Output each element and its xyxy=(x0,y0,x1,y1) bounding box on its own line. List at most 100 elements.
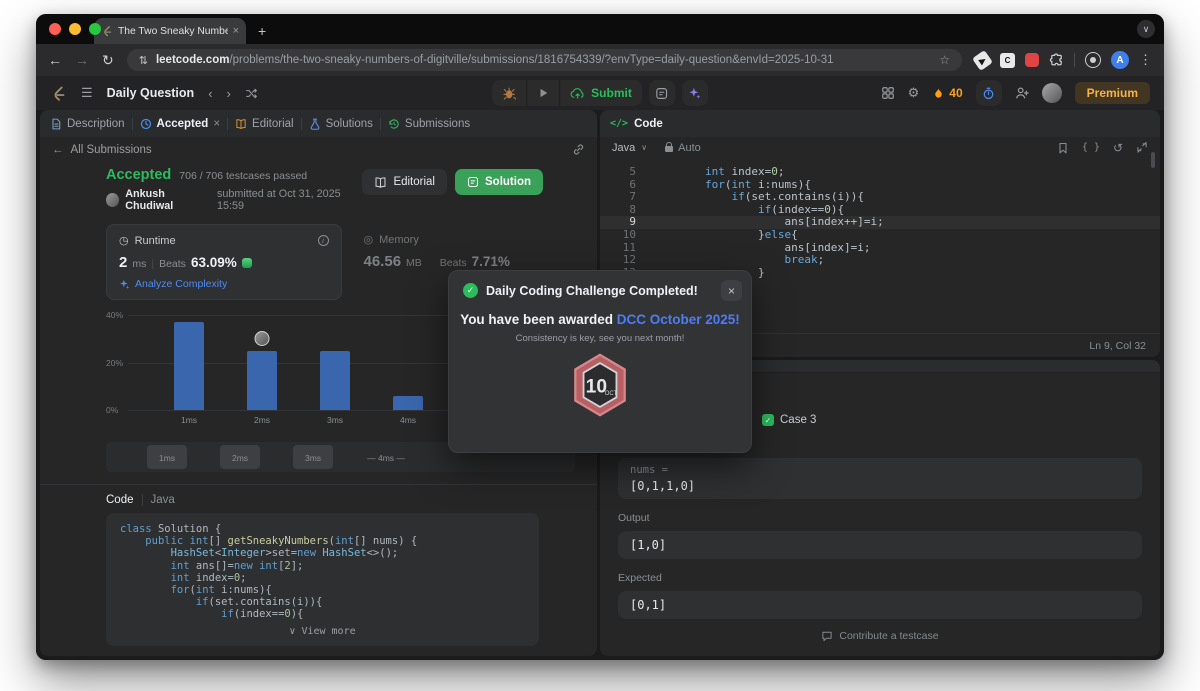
notes-button[interactable] xyxy=(649,80,675,106)
undo-icon[interactable]: ↺ xyxy=(1113,141,1123,155)
run-button[interactable] xyxy=(527,80,559,106)
cursor-position: Ln 9, Col 32 xyxy=(1089,340,1146,352)
premium-button[interactable]: Premium xyxy=(1075,82,1150,104)
award-badge-name[interactable]: DCC October 2025! xyxy=(617,312,740,327)
language-selector[interactable]: Java xyxy=(612,142,635,154)
solutions-flask-icon xyxy=(309,118,321,130)
chart-bar[interactable] xyxy=(320,351,350,410)
chart-bar[interactable] xyxy=(174,322,204,410)
leetcode-logo[interactable] xyxy=(50,85,67,102)
tab-submissions[interactable]: Submissions xyxy=(388,118,470,130)
editor-scrollbar[interactable] xyxy=(1151,152,1155,168)
user-avatar[interactable] xyxy=(1042,83,1062,103)
section-divider xyxy=(40,484,597,485)
input-param-name: nums = xyxy=(630,464,1130,476)
bookmark-star-icon[interactable]: ☆ xyxy=(939,53,950,67)
all-submissions-back[interactable]: ← All Submissions xyxy=(40,137,597,162)
editor-toolbar: Java ∨ Auto { } ↺ xyxy=(600,137,1160,158)
tab-close-icon[interactable]: × xyxy=(233,25,239,37)
pencil-note-icon xyxy=(467,176,479,188)
modal-check-icon: ✓ xyxy=(463,283,478,298)
sparkle-icon xyxy=(688,87,701,100)
run-submit-cluster: Submit xyxy=(492,80,708,106)
c-extension-icon[interactable]: C xyxy=(1000,53,1015,68)
browser-tab[interactable]: The Two Sneaky Numbers of × xyxy=(94,18,246,44)
analyze-complexity-link[interactable]: Analyze Complexity xyxy=(119,278,329,290)
tab-title: The Two Sneaky Numbers of xyxy=(118,26,228,37)
invite-user-icon[interactable] xyxy=(1015,86,1029,100)
red-extension-icon[interactable] xyxy=(1025,53,1039,67)
author-name[interactable]: Ankush Chudiwal xyxy=(125,188,211,212)
input-box[interactable]: nums = [0,1,1,0] xyxy=(618,458,1142,499)
flame-icon xyxy=(932,87,945,100)
info-icon[interactable]: i xyxy=(318,235,329,246)
debug-button[interactable] xyxy=(492,80,526,106)
runtime-card[interactable]: ◷ Runtime i 2 ms | Beats 63.09% xyxy=(106,224,342,300)
browser-menu-icon[interactable]: ⋮ xyxy=(1139,52,1152,68)
back-icon[interactable]: ← xyxy=(48,52,62,68)
solution-button[interactable]: Solution xyxy=(455,169,543,195)
url-path: /problems/the-two-sneaky-numbers-of-digi… xyxy=(229,54,833,66)
close-window-button[interactable] xyxy=(49,23,61,35)
ai-assistant-button[interactable] xyxy=(682,80,708,106)
prev-problem-icon[interactable]: ‹ xyxy=(208,86,212,101)
send-extension-icon[interactable]: ▶ xyxy=(972,50,993,71)
browser-profile-avatar[interactable]: A xyxy=(1111,51,1129,69)
expected-box[interactable]: [0,1] xyxy=(618,591,1142,619)
maximize-window-button[interactable] xyxy=(89,23,101,35)
editorial-book-icon xyxy=(235,118,247,130)
browser-logo-icon[interactable] xyxy=(1085,52,1101,68)
reload-icon[interactable]: ↻ xyxy=(102,52,114,69)
autocomplete-toggle[interactable]: Auto xyxy=(665,142,701,154)
view-more-link[interactable]: ∨ View more xyxy=(120,621,525,640)
share-link-icon[interactable] xyxy=(572,143,585,156)
code-editor[interactable]: 5 int index=0;6 for(int i:nums){7 if(set… xyxy=(600,166,1160,279)
tab-description[interactable]: Description xyxy=(50,118,125,130)
contribute-testcase-link[interactable]: Contribute a testcase xyxy=(618,630,1142,642)
award-text: You have been awarded DCC October 2025! xyxy=(449,312,751,327)
runtime-beats: 63.09% xyxy=(191,255,237,270)
tab-search-chevron-icon[interactable]: ∨ xyxy=(1137,20,1155,38)
chart-bar[interactable] xyxy=(247,351,277,410)
tab-solutions[interactable]: Solutions xyxy=(309,118,373,130)
modal-subtitle: Consistency is key, see you next month! xyxy=(449,333,751,344)
expand-icon[interactable] xyxy=(1136,142,1148,154)
toolbar-divider xyxy=(1074,53,1075,67)
back-arrow-icon: ← xyxy=(52,144,64,156)
case-tab[interactable]: ✓ Case 3 xyxy=(762,414,1160,426)
output-box[interactable]: [1,0] xyxy=(618,531,1142,559)
submit-button[interactable]: Submit xyxy=(560,80,642,106)
minimize-window-button[interactable] xyxy=(69,23,81,35)
daily-question-label[interactable]: Daily Question xyxy=(107,86,195,100)
close-accepted-tab-icon[interactable]: × xyxy=(213,118,220,130)
random-problem-icon[interactable] xyxy=(245,87,258,100)
svg-text:OCT: OCT xyxy=(605,391,618,397)
problem-list-icon[interactable]: ☰ xyxy=(81,85,93,101)
streak-counter[interactable]: 40 xyxy=(932,86,962,100)
memory-value: 46.56 xyxy=(364,253,402,270)
site-info-icon[interactable]: ⇅ xyxy=(139,54,148,67)
braces-icon[interactable]: { } xyxy=(1082,142,1100,153)
new-tab-button[interactable]: + xyxy=(258,23,266,39)
tab-editorial[interactable]: Editorial xyxy=(235,118,294,130)
dcc-completed-modal: ✓ Daily Coding Challenge Completed! × Yo… xyxy=(448,270,752,453)
forward-icon[interactable]: → xyxy=(75,52,89,68)
editor-panel-title: Code xyxy=(634,118,663,130)
next-problem-icon[interactable]: › xyxy=(227,86,231,101)
tab-accepted[interactable]: Accepted × xyxy=(140,118,221,130)
cloud-upload-icon xyxy=(570,87,585,100)
settings-gear-icon[interactable]: ⚙ xyxy=(908,85,920,101)
bookmark-icon[interactable] xyxy=(1057,142,1069,154)
chart-bar[interactable] xyxy=(393,396,423,410)
extensions-puzzle-icon[interactable] xyxy=(1049,53,1064,68)
modal-close-icon[interactable]: × xyxy=(721,280,742,301)
dcc-badge: 10 OCT xyxy=(449,353,751,417)
layout-grid-icon[interactable] xyxy=(881,86,895,100)
result-status: Accepted 706 / 706 testcases passed xyxy=(106,167,362,183)
streak-count: 40 xyxy=(949,86,962,100)
editorial-button[interactable]: Editorial xyxy=(362,169,447,195)
timer-button[interactable] xyxy=(976,80,1002,106)
beats-medal-icon xyxy=(242,258,252,268)
url-text: leetcode.com/problems/the-two-sneaky-num… xyxy=(156,54,931,66)
url-bar[interactable]: ⇅ leetcode.com/problems/the-two-sneaky-n… xyxy=(127,49,962,71)
